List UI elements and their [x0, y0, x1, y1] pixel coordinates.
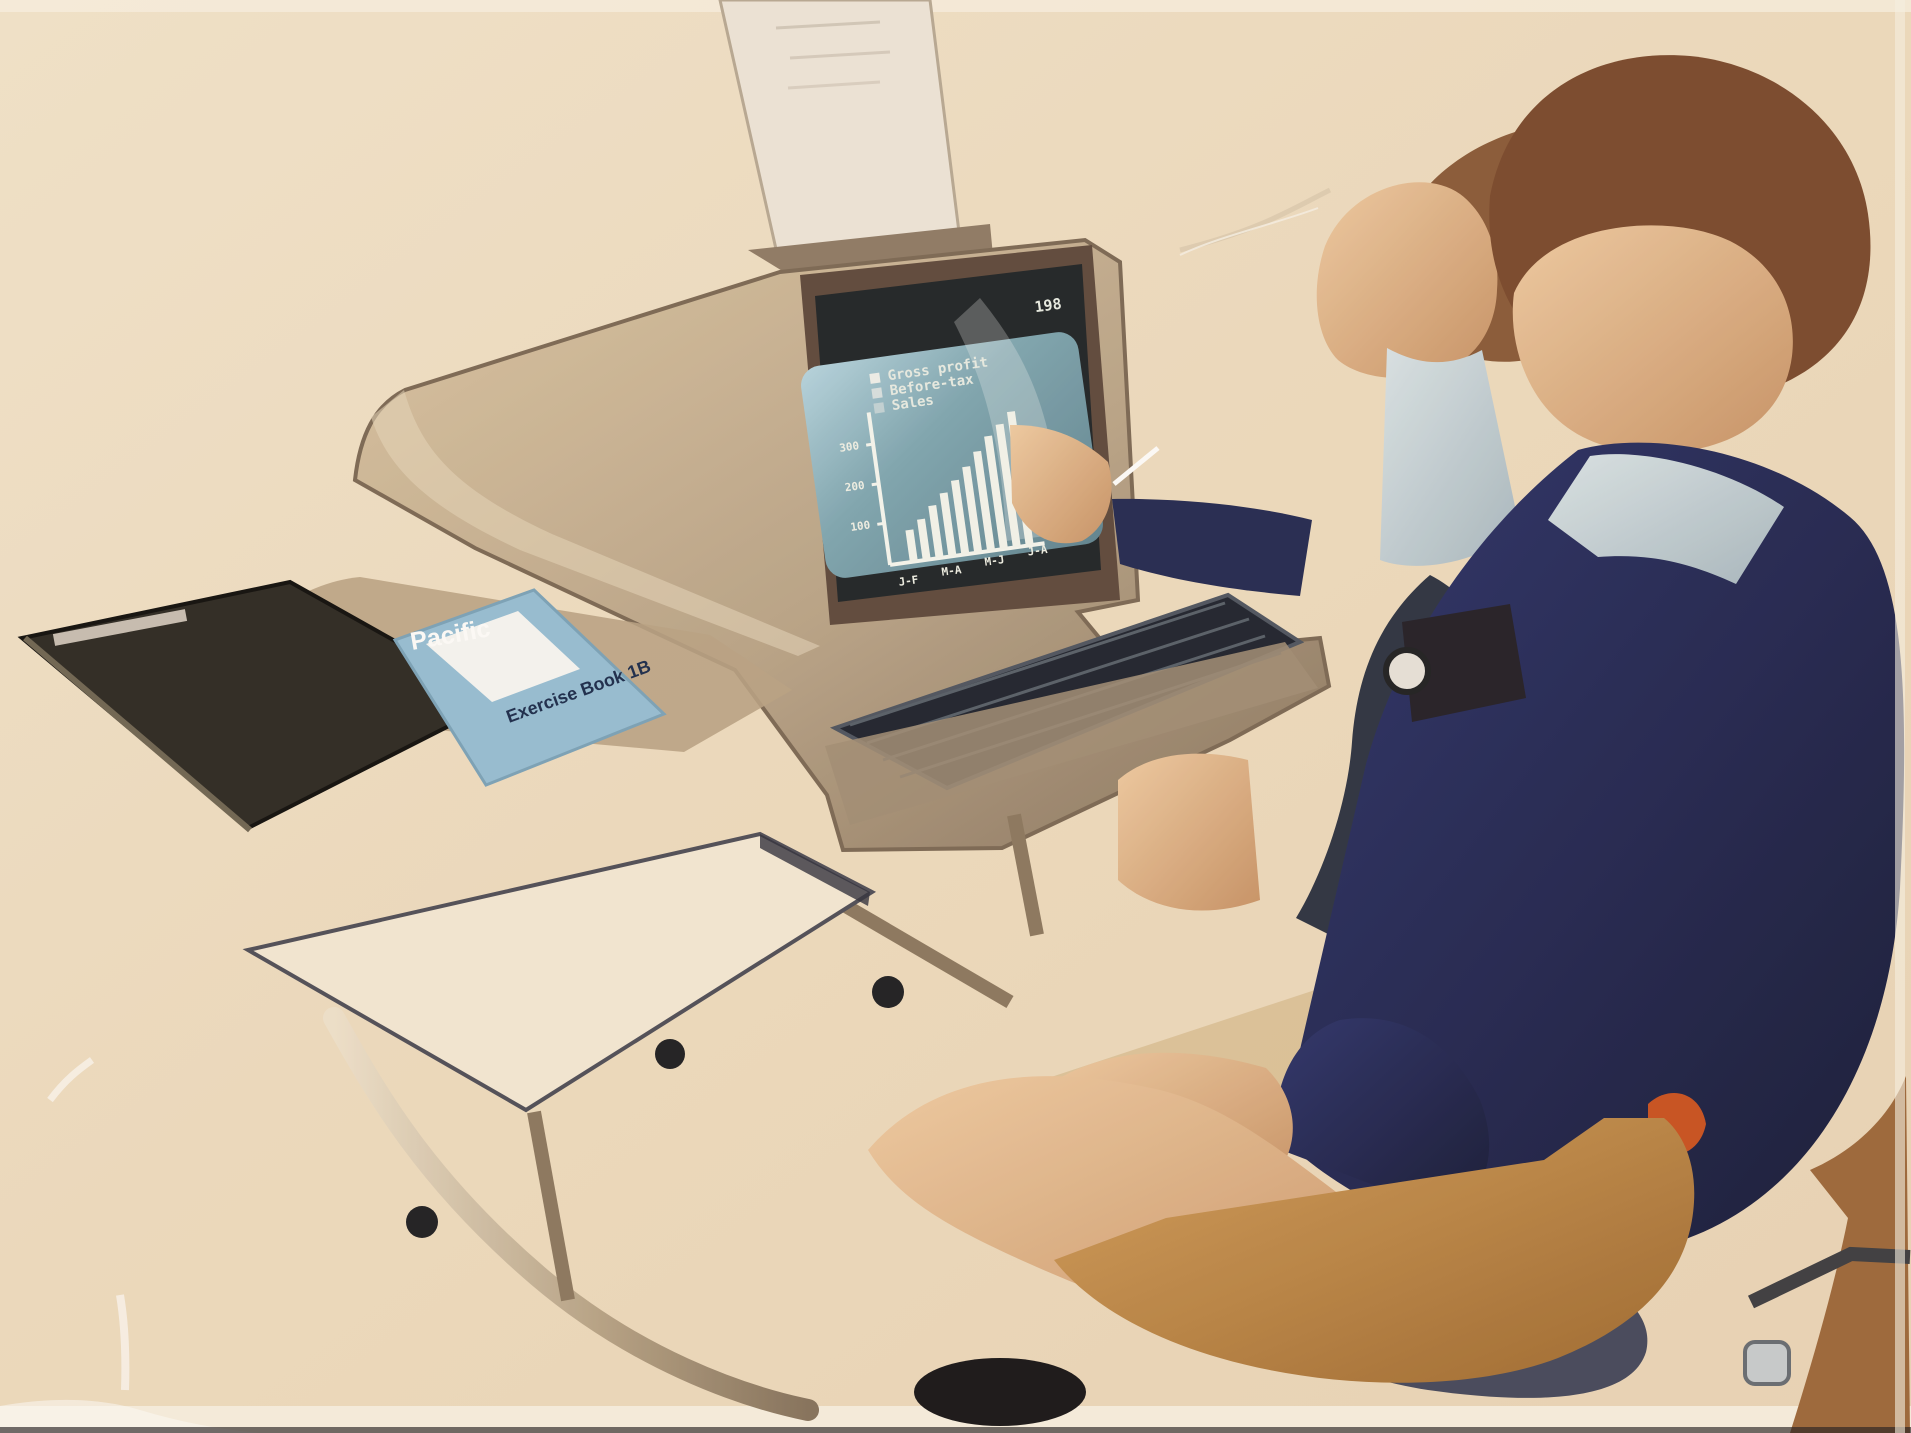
- photo-scene: 198 Gross profit Before-tax Sales 300 20…: [0, 0, 1911, 1433]
- photo-illustration: 198 Gross profit Before-tax Sales 300 20…: [0, 0, 1911, 1433]
